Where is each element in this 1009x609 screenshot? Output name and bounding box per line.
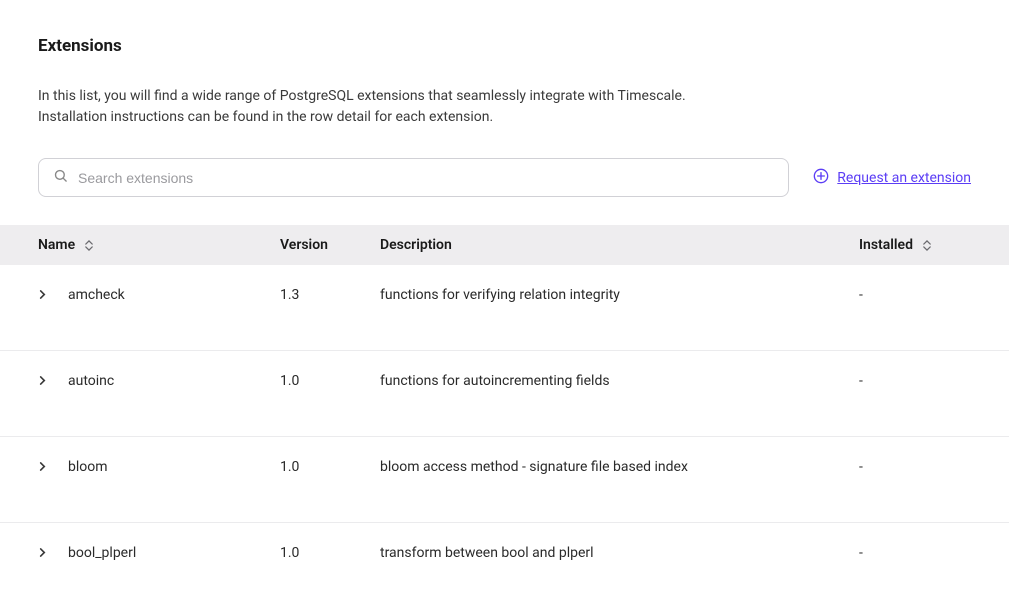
- extension-version: 1.3: [280, 287, 380, 350]
- table-row: autoinc 1.0functions for autoincrementing…: [0, 351, 1009, 437]
- column-header-name[interactable]: Name: [0, 237, 280, 253]
- chevron-right-icon[interactable]: [38, 545, 52, 559]
- extension-installed: -: [859, 287, 1009, 350]
- extension-description: functions for verifying relation integri…: [380, 287, 859, 350]
- column-header-installed[interactable]: Installed: [859, 237, 1009, 253]
- extension-version: 1.0: [280, 373, 380, 436]
- plus-circle-icon: [813, 168, 829, 188]
- description-line-1: In this list, you will find a wide range…: [38, 88, 686, 104]
- extension-version: 1.0: [280, 545, 380, 609]
- extension-name: autoinc: [68, 373, 114, 389]
- chevron-right-icon[interactable]: [38, 287, 52, 301]
- request-extension-link[interactable]: Request an extension: [813, 168, 971, 188]
- table-body: amcheck 1.3functions for verifying relati…: [0, 265, 1009, 609]
- extension-installed: -: [859, 373, 1009, 436]
- search-input[interactable]: [78, 170, 774, 186]
- search-icon: [53, 168, 68, 187]
- table-row: amcheck 1.3functions for verifying relati…: [0, 265, 1009, 351]
- search-box[interactable]: [38, 158, 789, 197]
- extension-name: bloom: [68, 459, 108, 475]
- extension-version: 1.0: [280, 459, 380, 522]
- request-extension-link-text: Request an extension: [837, 170, 971, 186]
- chevron-right-icon[interactable]: [38, 373, 52, 387]
- row-name-cell: bool_plperl: [0, 545, 280, 609]
- extension-description: functions for autoincrementing fields: [380, 373, 859, 436]
- extensions-table: Name Version Description Installed amche…: [0, 225, 1009, 609]
- extension-description: bloom access method - signature file bas…: [380, 459, 859, 522]
- row-name-cell: autoinc: [0, 373, 280, 436]
- row-name-cell: amcheck: [0, 287, 280, 350]
- table-header: Name Version Description Installed: [0, 225, 1009, 265]
- extension-installed: -: [859, 459, 1009, 522]
- page-title: Extensions: [0, 36, 1009, 56]
- table-row: bloom 1.0bloom access method - signature …: [0, 437, 1009, 523]
- extensions-panel: Extensions In this list, you will find a…: [0, 0, 1009, 593]
- extension-name: amcheck: [68, 287, 125, 303]
- extension-description: transform between bool and plperl: [380, 545, 859, 609]
- description-line-2: Installation instructions can be found i…: [38, 109, 493, 125]
- row-name-cell: bloom: [0, 459, 280, 522]
- sort-icon[interactable]: [85, 240, 93, 251]
- chevron-right-icon[interactable]: [38, 459, 52, 473]
- extension-name: bool_plperl: [68, 545, 136, 561]
- column-header-version: Version: [280, 237, 380, 253]
- page-description: In this list, you will find a wide range…: [0, 86, 1009, 128]
- sort-icon[interactable]: [923, 240, 931, 251]
- extension-installed: -: [859, 545, 1009, 609]
- column-header-installed-label: Installed: [859, 237, 913, 253]
- controls-row: Request an extension: [0, 158, 1009, 197]
- column-header-description: Description: [380, 237, 859, 253]
- table-row: bool_plperl 1.0transform between bool and…: [0, 523, 1009, 609]
- column-header-name-label: Name: [38, 237, 75, 253]
